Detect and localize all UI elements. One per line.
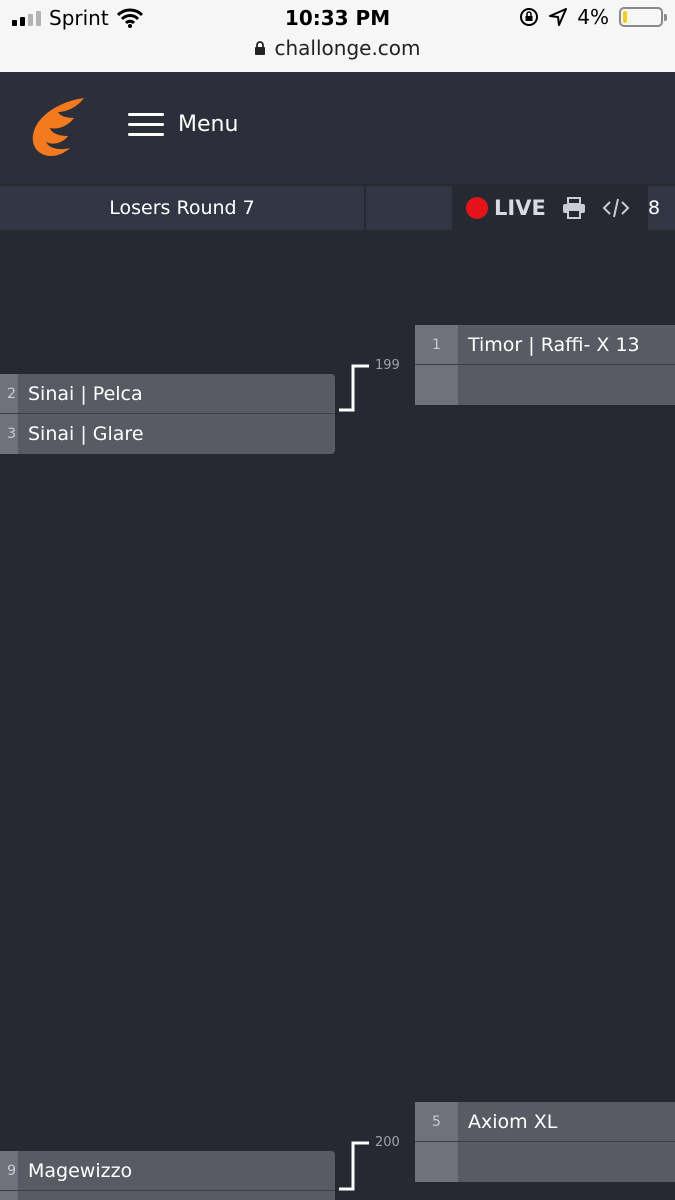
round-cell-blank: [368, 186, 452, 230]
match-200-next[interactable]: 5 Axiom XL: [415, 1102, 675, 1182]
status-right: 4%: [519, 5, 667, 29]
location-icon: [549, 8, 568, 26]
round-title: Losers Round 7: [0, 186, 366, 230]
participant-name: Sinai | Pelca: [28, 382, 143, 405]
embed-code-icon[interactable]: [602, 197, 630, 219]
participant-name: Magewizzo: [28, 1159, 133, 1182]
seed-number: [0, 1191, 18, 1200]
seed-number: 3: [0, 414, 18, 454]
seed-number: [415, 1142, 458, 1182]
participant-name: [458, 365, 675, 405]
challonge-logo[interactable]: [28, 96, 88, 158]
rotation-lock-icon: [520, 8, 539, 26]
bracket-slot[interactable]: 9 Magewizzo: [0, 1151, 335, 1191]
participant-name: Axiom XL: [468, 1110, 558, 1133]
url-text: challonge.com: [274, 36, 421, 60]
menu-button[interactable]: Menu: [128, 112, 238, 137]
participant-name: Timor | Raffi- X 13: [468, 333, 640, 356]
bracket-slot[interactable]: [415, 1142, 675, 1182]
bracket-slot[interactable]: 1 Timor | Raffi- X 13: [415, 325, 675, 365]
bracket-toolbar: LIVE: [452, 186, 648, 230]
seed-number: 5: [415, 1102, 458, 1141]
menu-label: Menu: [178, 112, 239, 137]
seed-number: 9: [0, 1151, 18, 1190]
bracket-slot[interactable]: 2 Sinai | Pelca: [0, 374, 335, 414]
bracket-slot[interactable]: [415, 365, 675, 405]
ios-status-bar: Sprint 10:33 PM 4% challonge.com: [0, 0, 675, 72]
match-199-incoming[interactable]: 2 Sinai | Pelca 3 Sinai | Glare: [0, 374, 335, 454]
seed-number: 1: [415, 325, 458, 364]
app-header: Menu: [0, 72, 675, 184]
live-dot-icon: [466, 197, 488, 219]
seed-number: [415, 365, 458, 405]
printer-icon[interactable]: [562, 197, 586, 219]
lock-icon: [255, 40, 266, 55]
participant-name: [18, 1191, 335, 1200]
bracket-slot[interactable]: 3 Sinai | Glare: [0, 414, 335, 454]
match-number[interactable]: 199: [375, 358, 400, 373]
match-199-next[interactable]: 1 Timor | Raffi- X 13: [415, 325, 675, 405]
seed-number: 2: [0, 374, 18, 413]
url-bar[interactable]: challonge.com: [0, 36, 675, 60]
bracket-slot[interactable]: 5 Axiom XL: [415, 1102, 675, 1142]
next-round-title: 8: [648, 197, 661, 219]
hamburger-icon: [128, 113, 164, 136]
round-header-bar: Losers Round 7 LIVE 8: [0, 186, 675, 230]
bracket-slot[interactable]: [0, 1191, 335, 1200]
battery-icon: [619, 7, 667, 27]
match-200-incoming[interactable]: 9 Magewizzo: [0, 1151, 335, 1200]
match-number[interactable]: 200: [375, 1135, 400, 1150]
live-button[interactable]: LIVE: [466, 196, 546, 220]
participant-name: [458, 1142, 675, 1182]
participant-name: Sinai | Glare: [28, 423, 144, 445]
battery-percent: 4%: [577, 5, 609, 29]
live-label: LIVE: [494, 196, 546, 220]
